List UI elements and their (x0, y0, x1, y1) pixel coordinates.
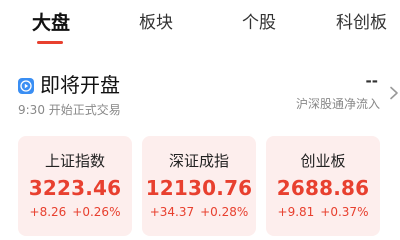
index-card-shanghai[interactable]: 上证指数 3223.46 +8.26 +0.26% (18, 136, 132, 236)
tab-stocks[interactable]: 个股 (242, 10, 276, 36)
index-change: +8.26 +0.26% (18, 205, 132, 219)
market-tab-bar: 大盘 板块 个股 科创板 (0, 0, 400, 48)
index-card-shenzhen[interactable]: 深证成指 12130.76 +34.37 +0.28% (142, 136, 256, 236)
index-card-chinext[interactable]: 创业板 2688.86 +9.81 +0.37% (266, 136, 380, 236)
index-value: 3223.46 (28, 176, 122, 200)
index-change: +9.81 +0.37% (266, 205, 380, 219)
index-name: 上证指数 (44, 152, 105, 170)
index-change-points: +9.81 (277, 205, 315, 219)
index-name: 创业板 (300, 152, 346, 170)
chevron-right-icon[interactable] (389, 86, 399, 100)
index-value: 2688.86 (276, 176, 370, 200)
index-value: 12130.76 (145, 176, 253, 200)
play-icon (18, 78, 34, 94)
northbound-flow-label[interactable]: 沪深股通净流入 (296, 96, 380, 112)
tab-sectors[interactable]: 板块 (139, 10, 173, 36)
tab-market-overview[interactable]: 大盘 (32, 10, 70, 36)
index-change-points: +8.26 (29, 205, 67, 219)
market-open-time: 9:30 开始正式交易 (18, 103, 121, 117)
tab-star-market[interactable]: 科创板 (336, 10, 387, 36)
index-change-percent: +0.37% (320, 205, 369, 219)
active-tab-indicator (37, 41, 63, 44)
index-name: 深证成指 (168, 152, 229, 170)
market-status-title: 即将开盘 (40, 73, 120, 97)
index-change: +34.37 +0.28% (142, 205, 256, 219)
northbound-flow-value[interactable]: -- (366, 72, 378, 90)
index-change-percent: +0.28% (200, 205, 249, 219)
index-change-points: +34.37 (149, 205, 195, 219)
index-change-percent: +0.26% (72, 205, 121, 219)
